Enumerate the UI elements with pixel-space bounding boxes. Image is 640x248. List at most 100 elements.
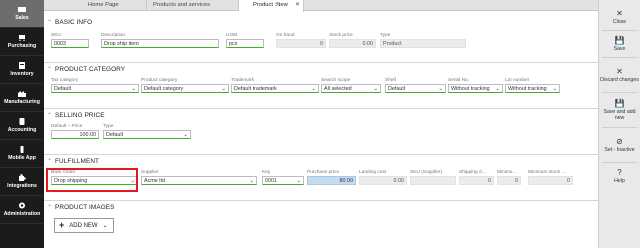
type-field: Type Product (380, 32, 466, 48)
close-button[interactable]: ✕ Close (599, 6, 640, 28)
nav-manufacturing[interactable]: Manufacturing (0, 84, 44, 112)
action-label: Save (613, 45, 626, 52)
add-new-image-button[interactable]: + ADD NEW ⌄ (54, 218, 114, 233)
help-icon: ? (617, 167, 622, 177)
field-label: SKU (Supplier) (410, 170, 442, 175)
description-input[interactable]: Drop ship item (101, 39, 219, 48)
stock-price-field: Stock price 0.00 (329, 32, 376, 48)
field-label: Search scope (321, 78, 351, 83)
accounting-icon (19, 118, 25, 125)
discard-changes-button[interactable]: ✕ Discard changes (599, 60, 640, 90)
save-button[interactable]: 💾 Save (599, 33, 640, 55)
field-label: Type (380, 33, 391, 38)
chevron-down-icon: ⌄ (373, 86, 378, 92)
shipping-days-value: 0 (459, 176, 494, 185)
action-label: Set - Inactive (604, 146, 635, 153)
collapse-caret-icon[interactable]: ⌃ (44, 158, 55, 165)
plus-icon: + (59, 220, 65, 230)
on-hand-value: 0 (276, 39, 326, 48)
description-field: Description Drop ship item (101, 32, 219, 48)
product-category-select[interactable]: Default category ⌄ (141, 84, 229, 93)
tab-product-new[interactable]: Product :New ✕ (239, 0, 304, 12)
section-header[interactable]: ⌃ PRODUCT CATEGORY (44, 63, 598, 75)
section-header[interactable]: ⌃ SELLING PRICE (44, 109, 598, 121)
chevron-down-icon: ⌄ (131, 86, 136, 92)
save-icon: 💾 (614, 98, 625, 108)
save-icon: 💾 (614, 35, 625, 45)
sku-input[interactable]: 0003 (51, 39, 89, 48)
price-type-field: Type Default ⌄ (103, 123, 191, 139)
nav-mobile-app[interactable]: Mobile App (0, 140, 44, 168)
key-select[interactable]: 0001 ⌄ (262, 176, 304, 185)
supplier-field: Supplier Acme ltd ⌄ (141, 169, 257, 185)
section-title: PRODUCT CATEGORY (55, 65, 126, 73)
action-label: Help (614, 177, 625, 184)
save-and-add-new-button[interactable]: 💾 Save and add new (599, 95, 640, 125)
tab-home-page[interactable]: Home Page (82, 0, 147, 11)
close-tab-icon[interactable]: ✕ (295, 0, 300, 11)
collapse-caret-icon[interactable]: ⌃ (44, 204, 55, 211)
field-label: Serial No. (448, 78, 470, 83)
tab-products-and-services[interactable]: Products and services (147, 0, 239, 11)
help-button[interactable]: ? Help (599, 165, 640, 187)
fulfillment-section: ⌃ FULFILLMENT Back Order Drop shipping ⌄ … (44, 155, 598, 185)
nav-inventory[interactable]: Inventory (0, 56, 44, 84)
sku-supplier-field: SKU (Supplier) (410, 169, 456, 185)
field-label: Stock price (329, 33, 353, 38)
select-value: Without tracking (451, 86, 490, 92)
supplier-select[interactable]: Acme ltd ⌄ (141, 176, 257, 185)
set-inactive-button[interactable]: ⊘ Set - Inactive (599, 130, 640, 160)
select-value: Default (388, 86, 406, 92)
nav-label: Integrations (7, 183, 37, 189)
purchase-price-input[interactable]: 80.00 (307, 176, 356, 185)
section-header[interactable]: ⌃ PRODUCT IMAGES (44, 201, 598, 213)
serial-no-select[interactable]: Without tracking ⌄ (448, 84, 503, 93)
divider (602, 30, 637, 31)
lot-number-select[interactable]: Without tracking ⌄ (505, 84, 560, 93)
tax-category-select[interactable]: Default ⌄ (51, 84, 139, 93)
search-scope-select[interactable]: All selected ⌄ (321, 84, 381, 93)
field-label: Shelf (385, 78, 396, 83)
shelf-select[interactable]: Default ⌄ (385, 84, 446, 93)
select-value: 0001 (265, 178, 277, 184)
divider (602, 92, 637, 93)
nav-accounting[interactable]: Accounting (0, 112, 44, 140)
chevron-down-icon: ⌄ (249, 178, 254, 184)
nav-label: Accounting (7, 127, 37, 133)
trademark-select[interactable]: Default trademark ⌄ (231, 84, 319, 93)
default-price-input[interactable]: 100.00 (51, 130, 99, 139)
nav-label: Mobile App (8, 155, 36, 161)
collapse-caret-icon[interactable]: ⌃ (44, 66, 55, 73)
field-label: SKU (51, 33, 61, 38)
section-header[interactable]: ⌃ BASIC INFO (44, 16, 598, 28)
select-value: Default category (144, 86, 184, 92)
factory-icon (18, 91, 26, 97)
uom-input[interactable]: pcs (226, 39, 264, 48)
chevron-down-icon: ⌄ (102, 223, 108, 229)
field-label: UOM (226, 33, 238, 38)
select-value: Acme ltd (144, 178, 165, 184)
price-type-select[interactable]: Default ⌄ (103, 130, 191, 139)
collapse-caret-icon[interactable]: ⌃ (44, 112, 55, 119)
field-label: Key (262, 170, 271, 175)
field-label: On hand (276, 33, 295, 38)
field-label: Default – Price (51, 124, 83, 129)
mobile-icon (20, 146, 24, 153)
collapse-caret-icon[interactable]: ⌃ (44, 19, 55, 26)
shelf-field: Shelf Default ⌄ (385, 77, 446, 93)
section-header[interactable]: ⌃ FULFILLMENT (44, 155, 598, 167)
nav-integrations[interactable]: Integrations (0, 168, 44, 196)
chevron-down-icon: ⌄ (221, 86, 226, 92)
nav-administration[interactable]: Administration (0, 196, 44, 224)
product-category-section: ⌃ PRODUCT CATEGORY Tax category Default ⌄… (44, 63, 598, 93)
nav-label: Administration (3, 211, 41, 217)
nav-sales[interactable]: Sales (0, 0, 44, 28)
nav-purchasing[interactable]: Purchasing (0, 28, 44, 56)
field-label: Product category (141, 78, 178, 83)
puzzle-icon (19, 174, 26, 181)
tab-label: Product :New (253, 2, 288, 8)
on-hand-field: On hand 0 (276, 32, 326, 48)
sku-supplier-value (410, 176, 456, 185)
chevron-down-icon: ⌄ (495, 86, 500, 92)
minimum-stock-field: Minimum stock ... 0 (528, 169, 573, 185)
